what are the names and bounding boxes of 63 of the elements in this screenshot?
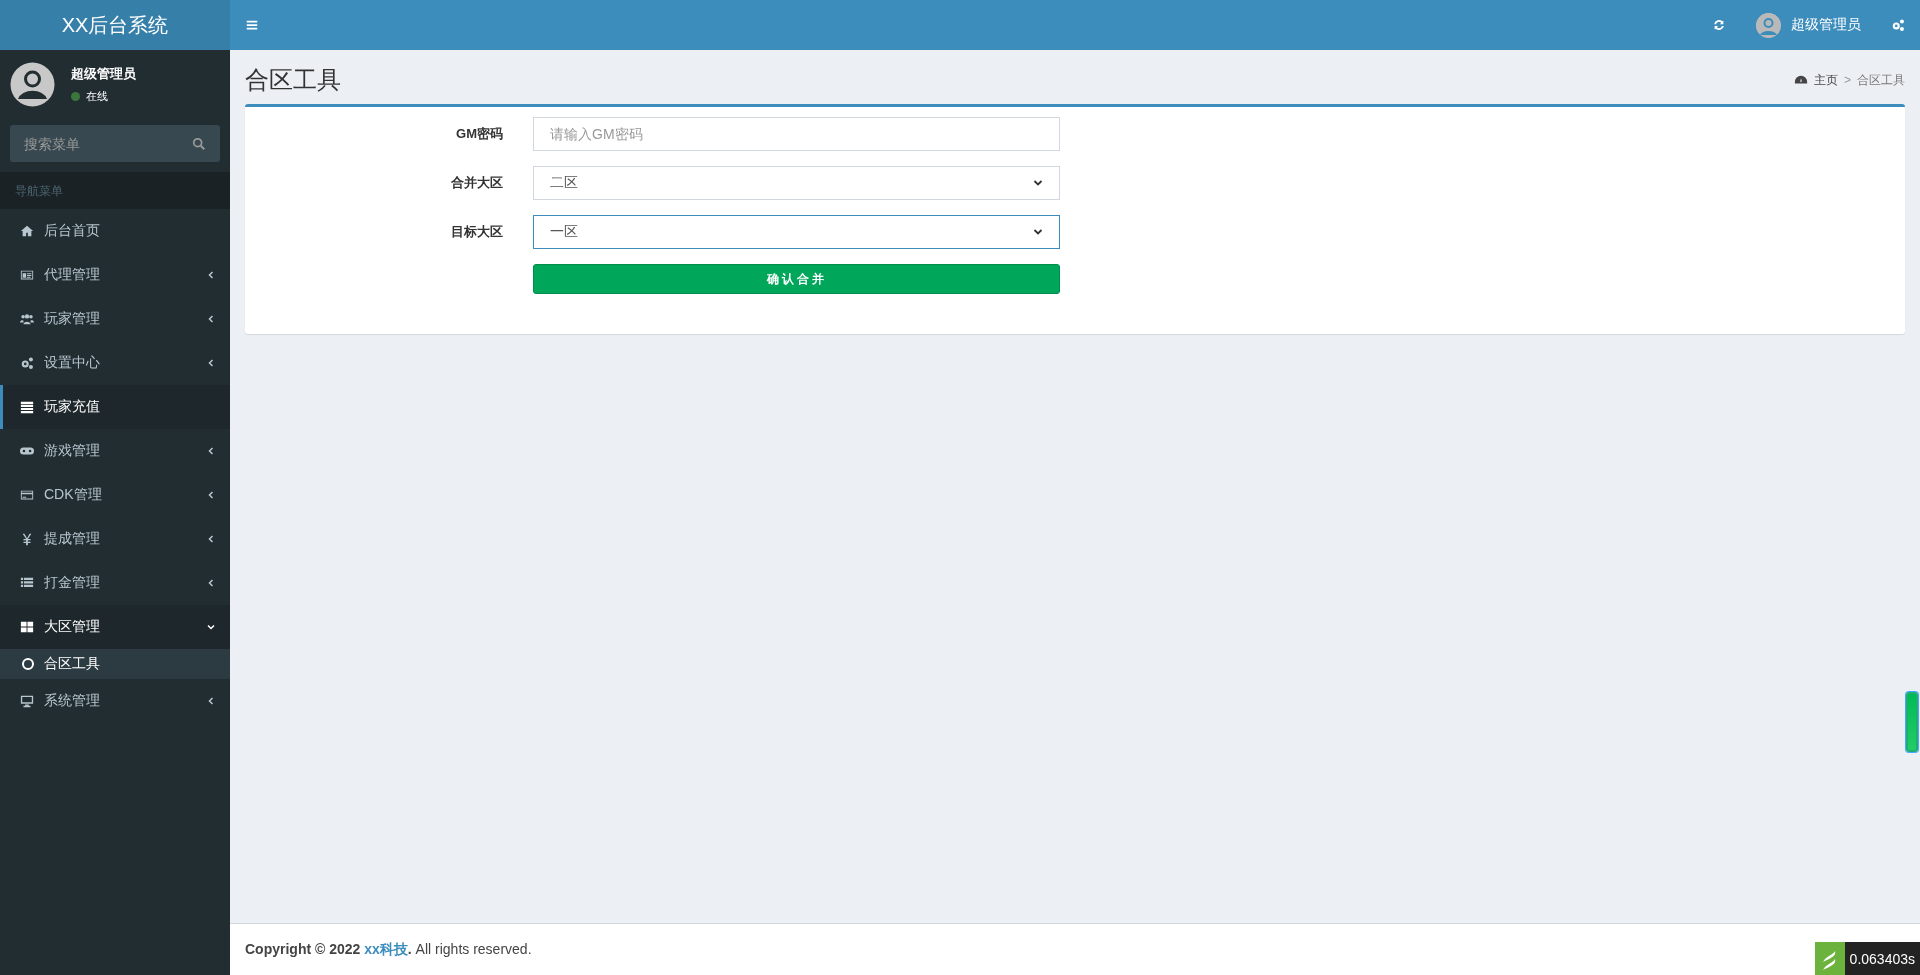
chevron-left-icon — [207, 271, 215, 279]
chevron-left-icon — [207, 491, 215, 499]
side-widget[interactable] — [1906, 692, 1918, 752]
chevron-down-icon — [1033, 227, 1043, 237]
user-menu-button[interactable]: 超级管理员 — [1741, 0, 1876, 50]
page-title: 合区工具 — [245, 65, 342, 95]
sidebar-item[interactable]: 大区管理 — [0, 605, 230, 649]
chevron-left-icon — [207, 359, 215, 367]
search-icon — [192, 137, 206, 151]
breadcrumb-separator: > — [1844, 73, 1851, 87]
search-field[interactable]: 搜索菜单 — [10, 125, 220, 162]
chevron-left-icon — [207, 447, 215, 455]
circle-icon — [22, 658, 34, 670]
grid-icon — [20, 620, 34, 634]
avatar-icon — [1756, 12, 1781, 38]
users-icon — [20, 312, 34, 326]
chevron-left-icon — [207, 535, 215, 543]
sidebar-item[interactable]: 提成管理 — [0, 517, 230, 561]
field-label: GM密码 — [455, 125, 503, 143]
home-icon — [20, 224, 34, 238]
sidebar-item[interactable]: 玩家充值 — [0, 385, 230, 429]
sidebar-item[interactable]: 后台首页 — [0, 209, 230, 253]
sidebar-item[interactable]: 玩家管理 — [0, 297, 230, 341]
gears-icon — [1891, 18, 1905, 32]
user-status: 在线 — [86, 89, 108, 104]
id-card-icon — [20, 268, 34, 282]
page-trace-time[interactable]: 0.063403s — [1844, 942, 1920, 975]
app-logo[interactable]: XX后台系统 — [0, 0, 230, 50]
breadcrumb-link[interactable]: 主页 — [1814, 71, 1838, 89]
chevron-down-icon — [207, 623, 215, 631]
company-link[interactable]: xx科技 — [364, 940, 408, 957]
region-select[interactable]: 二区 — [533, 166, 1060, 200]
region-select[interactable]: 一区 — [533, 215, 1060, 249]
sidebar-item[interactable]: 游戏管理 — [0, 429, 230, 473]
list-icon — [20, 400, 34, 414]
chevron-left-icon — [207, 579, 215, 587]
chevron-left-icon — [207, 315, 215, 323]
list-icon — [20, 576, 34, 590]
online-status-dot — [71, 92, 80, 101]
refresh-icon — [1712, 18, 1726, 32]
credit-card-icon — [20, 488, 34, 502]
yen-icon — [20, 532, 34, 546]
user-name: 超级管理员 — [71, 65, 136, 83]
field-label: 合并大区 — [450, 174, 503, 192]
chevron-down-icon — [1033, 178, 1043, 188]
menu-icon — [245, 18, 259, 32]
field-label: 目标大区 — [450, 223, 503, 241]
sidebar-item[interactable]: 代理管理 — [0, 253, 230, 297]
sidebar-item[interactable]: CDK管理 — [0, 473, 230, 517]
sidebar-item[interactable]: 系统管理 — [0, 679, 230, 723]
user-avatar-icon — [10, 62, 55, 107]
password-field[interactable]: 请输入GM密码 — [533, 117, 1060, 151]
dashboard-icon — [1794, 73, 1808, 87]
copyright-text: Copyright © 2022 xx科技. All rights reserved. — [245, 940, 532, 959]
nav-header: 导航菜单 — [0, 172, 230, 209]
submenu-item[interactable]: 合区工具 — [0, 649, 230, 679]
sidebar-item[interactable]: 设置中心 — [0, 341, 230, 385]
chevron-left-icon — [207, 697, 215, 705]
breadcrumb-link[interactable]: 合区工具 — [1857, 71, 1905, 89]
desktop-icon — [20, 694, 34, 708]
gears-icon — [20, 356, 34, 370]
trace-logo-icon[interactable] — [1814, 942, 1845, 975]
sidebar-item[interactable]: 打金管理 — [0, 561, 230, 605]
